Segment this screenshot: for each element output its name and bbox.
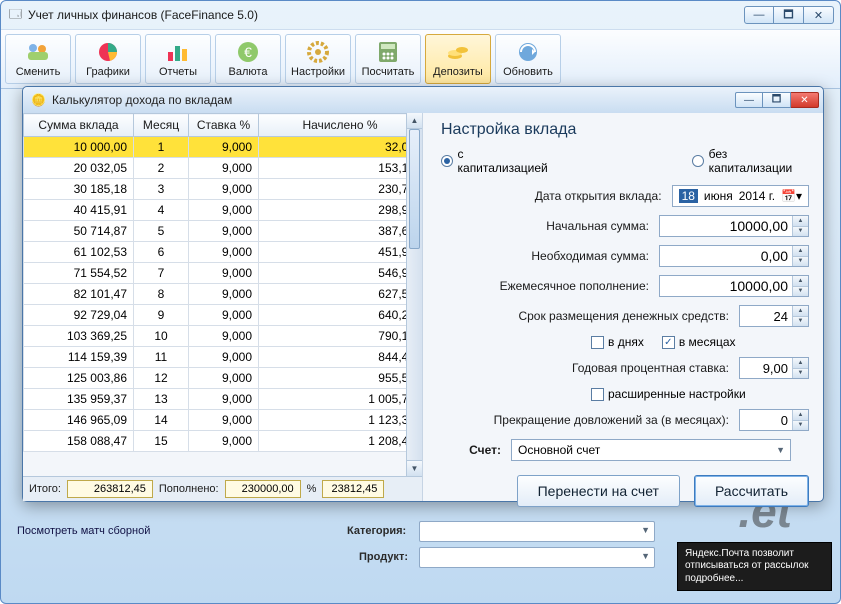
table-scrollbar[interactable]: ▲ ▼ (406, 113, 422, 476)
toolbar: Сменить Графики Отчеты € Валюта Настройк… (1, 29, 840, 89)
rate-label: Годовая процентная ставка: (441, 361, 739, 375)
dialog-close-button[interactable]: ✕ (791, 92, 819, 108)
table-row[interactable]: 82 101,4789,000627,57 (24, 284, 422, 305)
col-month[interactable]: Месяц (134, 114, 189, 137)
toolbar-charts[interactable]: Графики (75, 34, 141, 84)
percent-label: % (305, 483, 319, 495)
table-row[interactable]: 135 959,37139,0001 005,73 (24, 389, 422, 410)
totals-row: Итого: 263812,45 Пополнено: 230000,00 % … (23, 476, 422, 501)
settings-pane: Настройка вклада с капитализацией без ка… (423, 113, 823, 501)
product-label: Продукт: (359, 551, 408, 563)
dialog-titlebar[interactable]: 🪙 Калькулятор дохода по вкладам — 🗖 ✕ (23, 87, 823, 113)
radio-no-capitalization[interactable]: без капитализации (692, 147, 809, 175)
toolbar-refresh[interactable]: Обновить (495, 34, 561, 84)
main-titlebar[interactable]: 🗔 Учет личных финансов (FaceFinance 5.0)… (1, 1, 840, 29)
spin-up[interactable]: ▲ (792, 216, 808, 227)
toolbar-currency[interactable]: € Валюта (215, 34, 281, 84)
toolbar-settings[interactable]: Настройки (285, 34, 351, 84)
table-row[interactable]: 50 714,8759,000387,66 (24, 221, 422, 242)
deposit-table[interactable]: Сумма вклада Месяц Ставка % Начислено % … (23, 113, 422, 452)
term-label: Срок размещения денежных средств: (441, 309, 739, 323)
required-sum-input[interactable] (659, 245, 809, 267)
topup-label: Пополнено: (157, 483, 221, 495)
stop-topup-label: Прекращение довложений за (в месяцах): (441, 413, 739, 427)
main-title: Учет личных финансов (FaceFinance 5.0) (28, 8, 258, 22)
checkbox-months[interactable]: ✓в месяцах (662, 335, 736, 349)
background-link[interactable]: Посмотреть матч сборной (17, 525, 150, 537)
globe-refresh-icon (514, 40, 542, 64)
percent-value: 23812,45 (322, 480, 384, 498)
toolbar-reports[interactable]: Отчеты (145, 34, 211, 84)
users-icon (24, 40, 52, 64)
monthly-topup-label: Ежемесячное пополнение: (441, 279, 659, 293)
date-label: Дата открытия вклада: (441, 189, 672, 203)
total-label: Итого: (27, 483, 63, 495)
table-row[interactable]: 61 102,5369,000451,99 (24, 242, 422, 263)
calculate-button[interactable]: Рассчитать (694, 475, 809, 507)
col-rate[interactable]: Ставка % (189, 114, 259, 137)
table-pane: Сумма вклада Месяц Ставка % Начислено % … (23, 113, 423, 501)
scroll-down-icon[interactable]: ▼ (407, 460, 422, 476)
table-row[interactable]: 125 003,86129,000955,51 (24, 368, 422, 389)
dialog-minimize-button[interactable]: — (735, 92, 763, 108)
category-label: Категория: (347, 525, 406, 537)
account-label: Счет: (441, 443, 511, 457)
category-combo[interactable] (419, 521, 655, 542)
checkbox-advanced[interactable]: расширенные настройки (591, 387, 746, 401)
notification-tooltip[interactable]: Яндекс.Почта позволит отписываться от ра… (677, 542, 832, 592)
required-sum-label: Необходимая сумма: (441, 249, 659, 263)
transfer-button[interactable]: Перенести на счет (517, 475, 680, 507)
col-accrued[interactable]: Начислено % (259, 114, 422, 137)
close-button[interactable]: ✕ (804, 6, 834, 24)
monthly-topup-input[interactable] (659, 275, 809, 297)
date-picker[interactable]: 18 июня 2014 г. 📅▾ (672, 185, 809, 207)
dialog-icon: 🪙 (31, 93, 46, 107)
spin-down[interactable]: ▼ (792, 227, 808, 237)
table-row[interactable]: 40 415,9149,000298,97 (24, 200, 422, 221)
radio-capitalization[interactable]: с капитализацией (441, 147, 552, 175)
deposit-calculator-dialog: 🪙 Калькулятор дохода по вкладам — 🗖 ✕ Су… (22, 86, 824, 502)
maximize-button[interactable]: 🗖 (774, 6, 804, 24)
calculator-icon (374, 40, 402, 64)
coins-icon (444, 40, 472, 64)
table-row[interactable]: 146 965,09149,0001 123,38 (24, 410, 422, 431)
minimize-button[interactable]: — (744, 6, 774, 24)
settings-title: Настройка вклада (441, 121, 809, 139)
topup-value: 230000,00 (225, 480, 301, 498)
checkbox-days[interactable]: в днях (591, 335, 644, 349)
toolbar-deposits[interactable]: Депозиты (425, 34, 491, 84)
table-row[interactable]: 30 185,1839,000230,73 (24, 179, 422, 200)
dialog-title: Калькулятор дохода по вкладам (52, 93, 232, 107)
gear-icon (304, 40, 332, 64)
product-combo[interactable] (419, 547, 655, 568)
app-icon: 🗔 (9, 5, 22, 26)
bar-chart-icon (164, 40, 192, 64)
calendar-icon: 📅▾ (781, 189, 802, 203)
scroll-thumb[interactable] (409, 129, 420, 249)
euro-icon: € (234, 40, 262, 64)
initial-sum-label: Начальная сумма: (441, 219, 659, 233)
col-sum[interactable]: Сумма вклада (24, 114, 134, 137)
dialog-maximize-button[interactable]: 🗖 (763, 92, 791, 108)
table-row[interactable]: 114 159,39119,000844,47 (24, 347, 422, 368)
table-row[interactable]: 71 554,5279,000546,95 (24, 263, 422, 284)
pie-chart-icon (94, 40, 122, 64)
total-value: 263812,45 (67, 480, 153, 498)
scroll-up-icon[interactable]: ▲ (407, 113, 422, 129)
table-row[interactable]: 10 000,0019,00032,05 (24, 137, 422, 158)
toolbar-switch[interactable]: Сменить (5, 34, 71, 84)
table-row[interactable]: 20 032,0529,000153,12 (24, 158, 422, 179)
table-row[interactable]: 92 729,0499,000640,21 (24, 305, 422, 326)
initial-sum-input[interactable] (659, 215, 809, 237)
account-combo[interactable]: Основной счет (511, 439, 791, 461)
table-row[interactable]: 103 369,25109,000790,14 (24, 326, 422, 347)
svg-text:€: € (244, 44, 252, 60)
table-row[interactable]: 158 088,47159,0001 208,40 (24, 431, 422, 452)
toolbar-calc[interactable]: Посчитать (355, 34, 421, 84)
